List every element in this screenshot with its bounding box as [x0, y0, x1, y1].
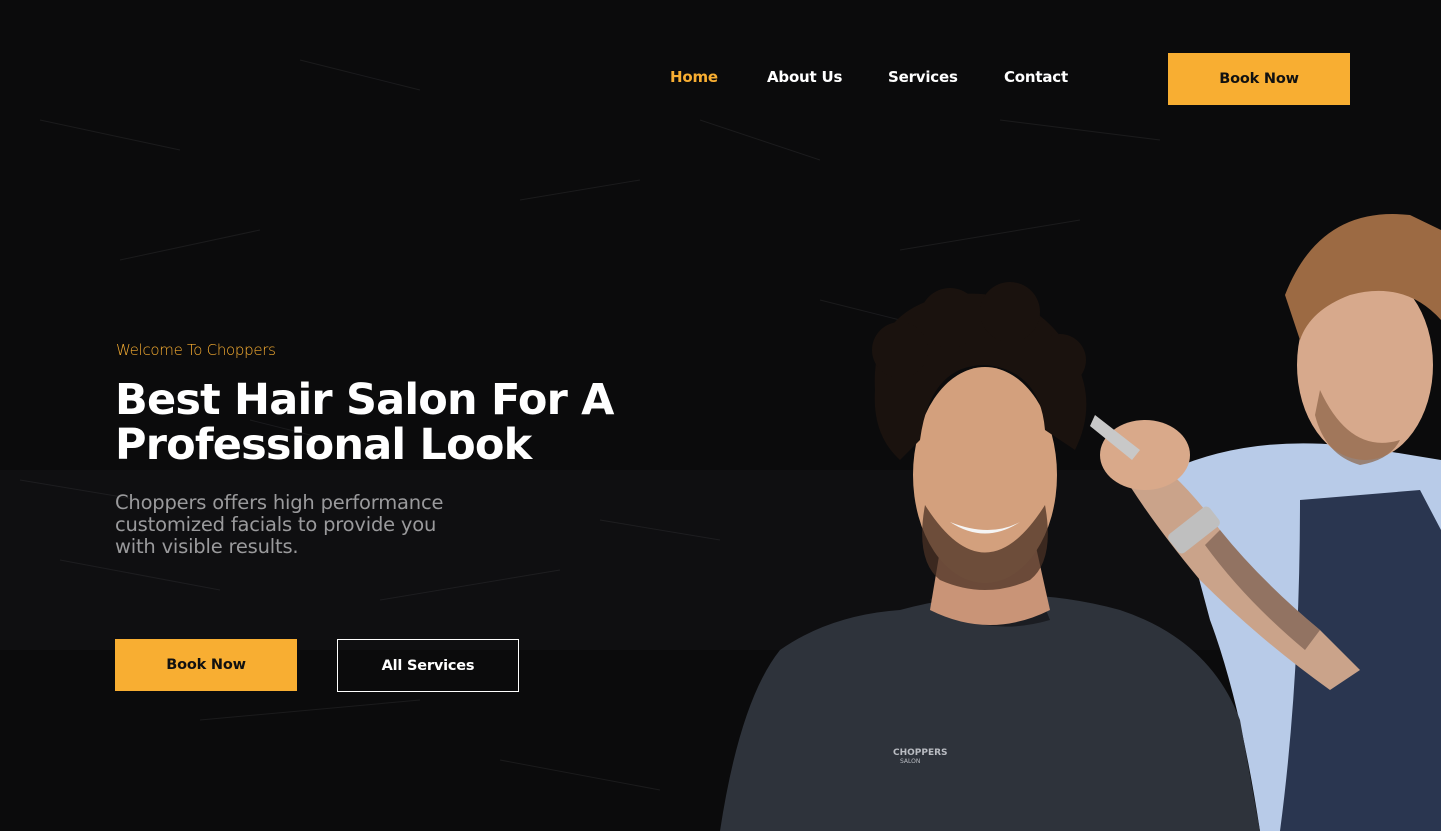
headline-line-1: Best Hair Salon For A: [115, 375, 614, 425]
nav-contact[interactable]: Contact: [1004, 68, 1068, 86]
subtext-line-3: with visible results.: [115, 535, 299, 558]
cape-logo-subtext: SALON: [900, 758, 920, 765]
all-services-button[interactable]: All Services: [337, 639, 519, 692]
subtext-line-2: customized facials to provide you: [115, 513, 437, 536]
nav-services[interactable]: Services: [888, 68, 958, 86]
hero-book-now-button[interactable]: Book Now: [115, 639, 297, 691]
hero-photo-barber-and-client: CHOPPERS SALON: [720, 214, 1441, 831]
nav-home[interactable]: Home: [670, 68, 718, 86]
welcome-text: Welcome To Choppers: [116, 341, 276, 359]
headline-line-2: Professional Look: [115, 420, 532, 470]
hero-subtext: Choppers offers high performance customi…: [115, 492, 515, 558]
subtext-line-1: Choppers offers high performance: [115, 491, 444, 514]
cape-logo-text: CHOPPERS: [893, 748, 948, 758]
hero-headline: Best Hair Salon For A Professional Look: [115, 378, 675, 468]
nav-about-us[interactable]: About Us: [767, 68, 842, 86]
header-book-now-button[interactable]: Book Now: [1168, 53, 1350, 105]
